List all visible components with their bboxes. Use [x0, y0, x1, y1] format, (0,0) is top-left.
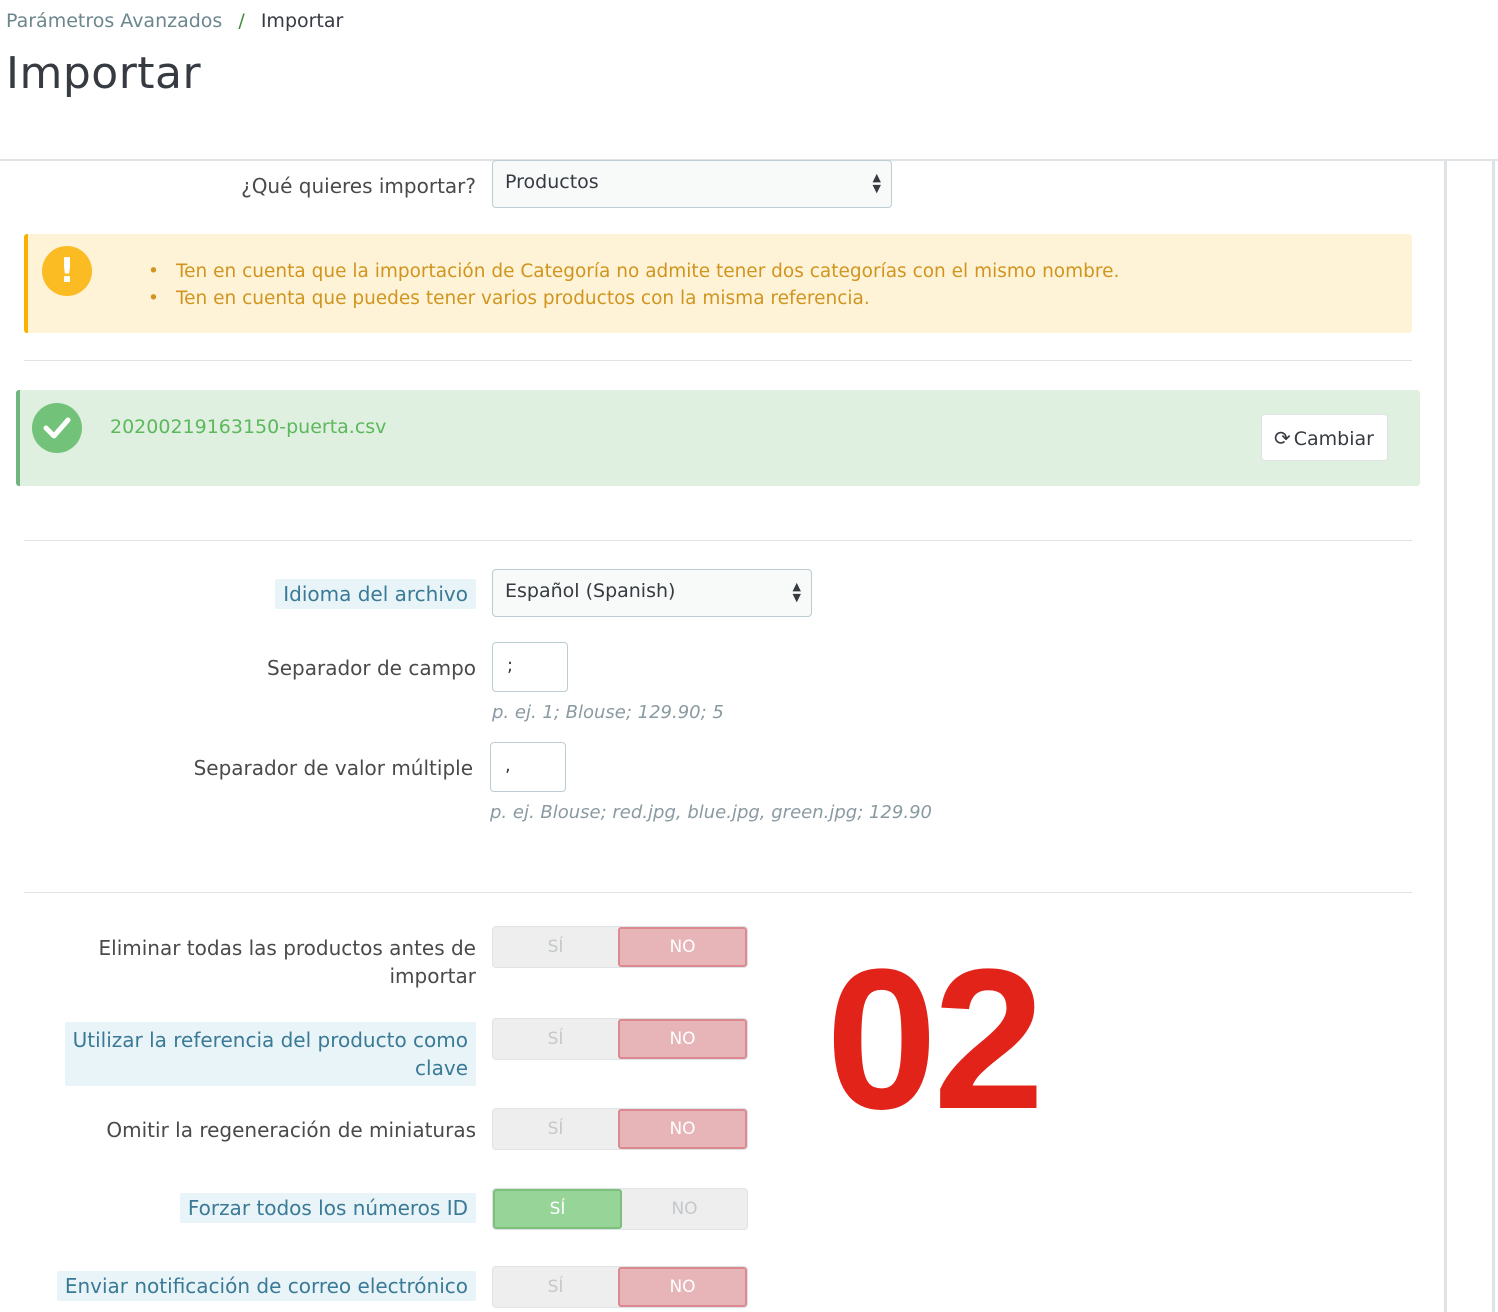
switch-yes[interactable]: SÍ: [493, 1109, 618, 1149]
breadcrumb-current: Importar: [260, 10, 344, 32]
refresh-icon: ⟳: [1274, 426, 1291, 450]
breadcrumb: Parámetros Avanzados / Importar: [6, 10, 343, 32]
option-reference-key-switch[interactable]: SÍ NO: [492, 1018, 748, 1060]
multi-separator-label: Separador de valor múltiple: [193, 756, 473, 780]
option-reference-key-label[interactable]: Utilizar la referencia del producto como…: [64, 1022, 476, 1086]
scrollbar-track[interactable]: [1492, 161, 1495, 1312]
select-arrows-icon: ▲ ▼: [792, 580, 801, 604]
option-email-notification-switch[interactable]: SÍ NO: [492, 1266, 748, 1308]
section-divider: [24, 540, 1412, 541]
multi-separator-hint: p. ej. Blouse; red.jpg, blue.jpg, green.…: [490, 802, 932, 823]
option-force-ids-label[interactable]: Forzar todos los números ID: [179, 1193, 476, 1223]
language-label[interactable]: Idioma del archivo: [275, 579, 476, 609]
panel-border: [1444, 161, 1447, 1312]
warning-alert: ! Ten en cuenta que la importación de Ca…: [24, 234, 1412, 333]
breadcrumb-parent[interactable]: Parámetros Avanzados: [6, 10, 222, 32]
switch-no[interactable]: NO: [618, 1267, 747, 1307]
warning-item: Ten en cuenta que la importación de Cate…: [148, 258, 1119, 285]
switch-yes[interactable]: SÍ: [493, 1267, 618, 1307]
field-separator-label: Separador de campo: [267, 656, 476, 680]
step-number-overlay: 02: [826, 928, 1044, 1151]
language-value: Español (Spanish): [505, 580, 676, 602]
switch-no[interactable]: NO: [622, 1189, 747, 1229]
switch-yes[interactable]: SÍ: [493, 1019, 618, 1059]
breadcrumb-separator: /: [238, 10, 245, 32]
change-file-button[interactable]: ⟳ Cambiar: [1261, 414, 1388, 461]
check-circle-icon: [32, 403, 82, 453]
option-force-ids-switch[interactable]: SÍ NO: [492, 1188, 748, 1230]
field-separator-input[interactable]: ;: [492, 642, 568, 692]
warning-item: Ten en cuenta que puedes tener varios pr…: [148, 285, 1119, 312]
option-skip-thumbnails-switch[interactable]: SÍ NO: [492, 1108, 748, 1150]
switch-no[interactable]: NO: [618, 1109, 747, 1149]
file-success-alert: 20200219163150-puerta.csv ⟳ Cambiar: [16, 390, 1420, 486]
option-skip-thumbnails-label: Omitir la regeneración de miniaturas: [106, 1118, 476, 1142]
language-select[interactable]: Español (Spanish) ▲ ▼: [492, 569, 812, 617]
page-title: Importar: [6, 48, 202, 99]
change-file-label: Cambiar: [1293, 428, 1374, 450]
switch-no[interactable]: NO: [618, 1019, 747, 1059]
switch-no[interactable]: NO: [618, 927, 747, 967]
select-arrows-icon: ▲ ▼: [872, 171, 881, 195]
switch-yes[interactable]: SÍ: [493, 1189, 622, 1229]
option-email-notification-label[interactable]: Enviar notificación de correo electrónic…: [56, 1271, 476, 1301]
option-delete-label: Eliminar todas las productos antes de imp…: [98, 936, 477, 988]
field-separator-hint: p. ej. 1; Blouse; 129.90; 5: [492, 702, 724, 723]
import-type-value: Productos: [505, 171, 599, 193]
section-divider: [24, 892, 1412, 893]
import-type-select[interactable]: Productos ▲ ▼: [492, 160, 892, 208]
switch-yes[interactable]: SÍ: [493, 927, 618, 967]
uploaded-file-name: 20200219163150-puerta.csv: [110, 416, 387, 438]
option-delete-switch[interactable]: SÍ NO: [492, 926, 748, 968]
section-divider: [24, 360, 1412, 361]
import-type-label: ¿Qué quieres importar?: [241, 174, 476, 198]
multi-separator-input[interactable]: ,: [490, 742, 566, 792]
warning-icon: !: [42, 246, 92, 296]
warning-list: Ten en cuenta que la importación de Cate…: [148, 258, 1119, 312]
